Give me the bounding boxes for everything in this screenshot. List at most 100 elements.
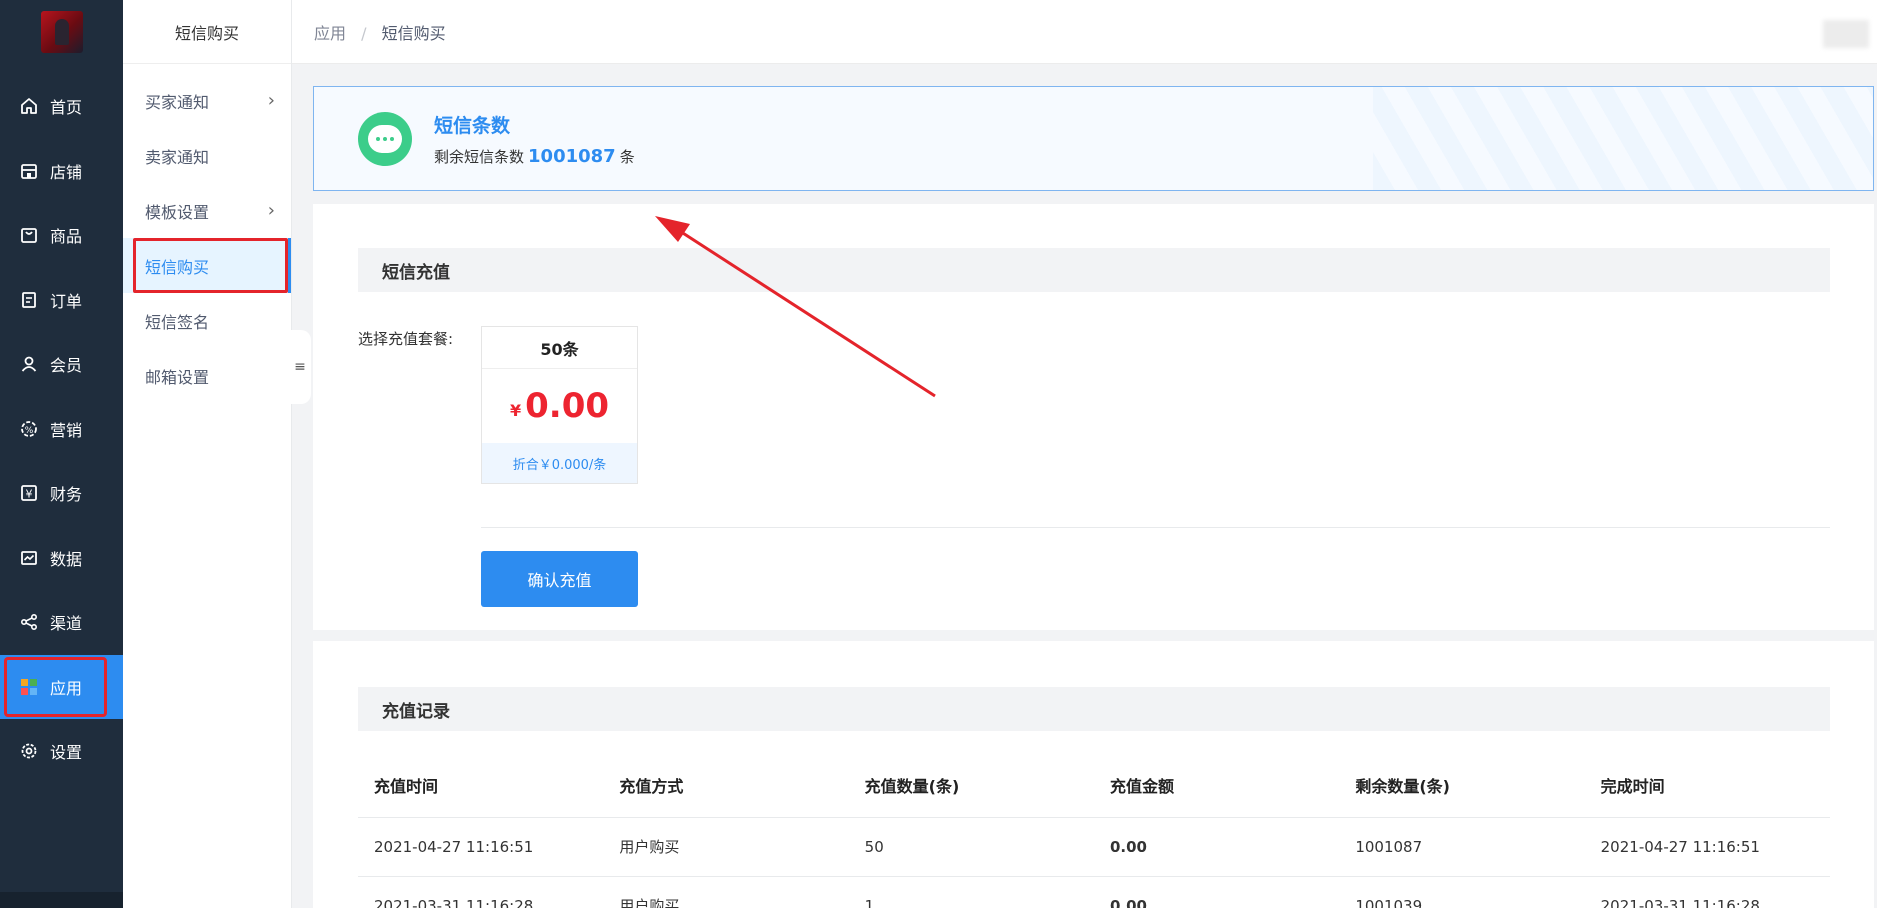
cell-recharge-amount: 0.00 bbox=[1093, 817, 1340, 877]
sidebar-item-channels[interactable]: 渠道 bbox=[0, 590, 123, 655]
submenu-item-sms-purchase[interactable]: 短信购买 bbox=[123, 238, 291, 293]
sidebar-item-settings[interactable]: 设置 bbox=[0, 719, 123, 784]
cell-completion-time: 2021-04-27 11:16:51 bbox=[1584, 817, 1830, 877]
table-header-row: 充值时间 充值方式 充值数量(条) 充值金额 剩余数量(条) 完成时间 bbox=[358, 753, 1830, 818]
chevron-right-icon: › bbox=[267, 200, 275, 221]
sidebar-item-members[interactable]: 会员 bbox=[0, 332, 123, 397]
bag-icon bbox=[18, 224, 40, 246]
cell-recharge-quantity: 1 bbox=[848, 876, 1094, 908]
breadcrumb-current: 短信购买 bbox=[381, 23, 446, 43]
collapse-menu-button[interactable]: ≡ bbox=[289, 330, 311, 404]
table-row: 2021-03-31 11:16:28 用户购买 1 0.00 1001039 … bbox=[358, 876, 1830, 908]
column-header: 剩余数量(条) bbox=[1339, 753, 1585, 818]
remaining-label: 剩余短信条数 bbox=[434, 147, 525, 166]
header: 应用 / 短信购买 bbox=[292, 0, 1877, 64]
remaining-sms-line: 剩余短信条数 1001087 条 bbox=[434, 146, 635, 167]
cell-recharge-method: 用户购买 bbox=[603, 817, 849, 877]
sidebar-item-label: 店铺 bbox=[50, 162, 83, 182]
sidebar-item-goods[interactable]: 商品 bbox=[0, 203, 123, 268]
sidebar-item-label: 财务 bbox=[50, 485, 83, 505]
cell-recharge-amount: 0.00 bbox=[1093, 876, 1340, 908]
breadcrumb: 应用 / 短信购买 bbox=[314, 20, 446, 44]
sidebar-item-label: 会员 bbox=[50, 356, 83, 376]
sidebar-item-orders[interactable]: 订单 bbox=[0, 268, 123, 333]
svg-text:%: % bbox=[25, 426, 34, 436]
submenu-item-label: 买家通知 bbox=[145, 92, 210, 112]
cell-recharge-method: 用户购买 bbox=[603, 876, 849, 908]
sidebar-item-label: 订单 bbox=[50, 291, 83, 311]
submenu-item-email-settings[interactable]: 邮箱设置 bbox=[123, 348, 291, 403]
cell-remaining-quantity: 1001087 bbox=[1339, 817, 1585, 877]
records-section-title: 充值记录 bbox=[358, 687, 1830, 731]
sidebar-item-marketing[interactable]: % 营销 bbox=[0, 397, 123, 462]
chevron-right-icon: › bbox=[267, 90, 275, 111]
svg-text:¥: ¥ bbox=[26, 488, 33, 501]
submenu-item-template-settings[interactable]: 模板设置 › bbox=[123, 183, 291, 238]
marketing-icon: % bbox=[18, 418, 40, 440]
submenu-item-label: 短信签名 bbox=[145, 312, 210, 332]
main-sidebar: 首页 店铺 商品 订单 会员 % 营销 ¥ 财务 数据 渠道 应用 设置 bbox=[0, 0, 123, 908]
breadcrumb-root[interactable]: 应用 bbox=[314, 24, 346, 43]
records-card: 充值记录 充值时间 充值方式 充值数量(条) 充值金额 剩余数量(条) 完成时间… bbox=[313, 641, 1874, 908]
submenu-item-label: 模板设置 bbox=[145, 202, 210, 222]
sms-count-banner: 短信条数 剩余短信条数 1001087 条 bbox=[313, 86, 1874, 191]
submenu-item-buyer-notice[interactable]: 买家通知 › bbox=[123, 73, 291, 128]
submenu-title: 短信购买 bbox=[123, 0, 291, 64]
recharge-section-title: 短信充值 bbox=[358, 248, 1830, 292]
sidebar-footer bbox=[0, 892, 123, 908]
user-menu[interactable] bbox=[1823, 20, 1869, 48]
submenu-item-sms-signature[interactable]: 短信签名 bbox=[123, 293, 291, 348]
column-header: 完成时间 bbox=[1584, 753, 1830, 818]
package-label: 选择充值套餐: bbox=[358, 330, 454, 348]
sidebar-item-label: 数据 bbox=[50, 549, 83, 569]
sidebar-item-label: 营销 bbox=[50, 420, 83, 440]
apps-icon bbox=[18, 676, 40, 698]
chart-icon bbox=[18, 547, 40, 569]
submenu-item-label: 邮箱设置 bbox=[145, 367, 210, 387]
breadcrumb-separator: / bbox=[361, 23, 367, 43]
banner-decoration bbox=[1373, 87, 1873, 190]
sidebar-item-label: 应用 bbox=[50, 678, 83, 698]
cell-completion-time: 2021-03-31 11:16:28 bbox=[1584, 876, 1830, 908]
column-header: 充值金额 bbox=[1093, 753, 1340, 818]
secondary-sidebar: 短信购买 买家通知 › 卖家通知 模板设置 › 短信购买 短信签名 邮箱设置 bbox=[123, 0, 292, 908]
package-price: ¥ 0.00 bbox=[482, 369, 637, 443]
logo[interactable] bbox=[0, 0, 123, 64]
sidebar-item-label: 商品 bbox=[50, 227, 83, 247]
cell-recharge-time: 2021-04-27 11:16:51 bbox=[358, 817, 604, 877]
sidebar-item-apps[interactable]: 应用 bbox=[0, 654, 123, 719]
share-icon bbox=[18, 611, 40, 633]
cell-recharge-time: 2021-03-31 11:16:28 bbox=[358, 876, 604, 908]
unit-price: 折合￥0.000/条 bbox=[482, 443, 637, 483]
sidebar-item-home[interactable]: 首页 bbox=[0, 74, 123, 139]
submenu-item-label: 短信购买 bbox=[145, 257, 210, 277]
submenu-item-label: 卖家通知 bbox=[145, 147, 210, 167]
price-amount: 0.00 bbox=[525, 386, 610, 426]
currency-symbol: ¥ bbox=[509, 400, 522, 420]
cell-remaining-quantity: 1001039 bbox=[1339, 876, 1585, 908]
sidebar-item-finance[interactable]: ¥ 财务 bbox=[0, 461, 123, 526]
sidebar-item-store[interactable]: 店铺 bbox=[0, 139, 123, 204]
submenu-item-seller-notice[interactable]: 卖家通知 bbox=[123, 128, 291, 183]
store-icon bbox=[18, 160, 40, 182]
package-option-50[interactable]: 50条 ¥ 0.00 折合￥0.000/条 bbox=[481, 326, 638, 484]
banner-title: 短信条数 bbox=[434, 114, 511, 137]
order-icon bbox=[18, 289, 40, 311]
sidebar-item-data[interactable]: 数据 bbox=[0, 526, 123, 591]
confirm-recharge-button[interactable]: 确认充值 bbox=[481, 551, 638, 607]
menu-icon: ≡ bbox=[294, 359, 306, 375]
remaining-unit: 条 bbox=[619, 147, 635, 166]
records-table: 充值时间 充值方式 充值数量(条) 充值金额 剩余数量(条) 完成时间 2021… bbox=[358, 753, 1830, 908]
gear-icon bbox=[18, 740, 40, 762]
divider bbox=[481, 527, 1830, 528]
cell-recharge-quantity: 50 bbox=[848, 817, 1094, 877]
column-header: 充值时间 bbox=[358, 753, 604, 818]
recharge-card: 短信充值 选择充值套餐: 50条 ¥ 0.00 折合￥0.000/条 确认充值 bbox=[313, 204, 1874, 630]
sms-chat-icon bbox=[358, 111, 412, 166]
sidebar-item-label: 首页 bbox=[50, 98, 83, 118]
yuan-icon: ¥ bbox=[18, 482, 40, 504]
sidebar-item-label: 设置 bbox=[50, 743, 83, 763]
sidebar-item-label: 渠道 bbox=[50, 614, 83, 634]
column-header: 充值数量(条) bbox=[848, 753, 1094, 818]
store-avatar bbox=[40, 11, 83, 53]
